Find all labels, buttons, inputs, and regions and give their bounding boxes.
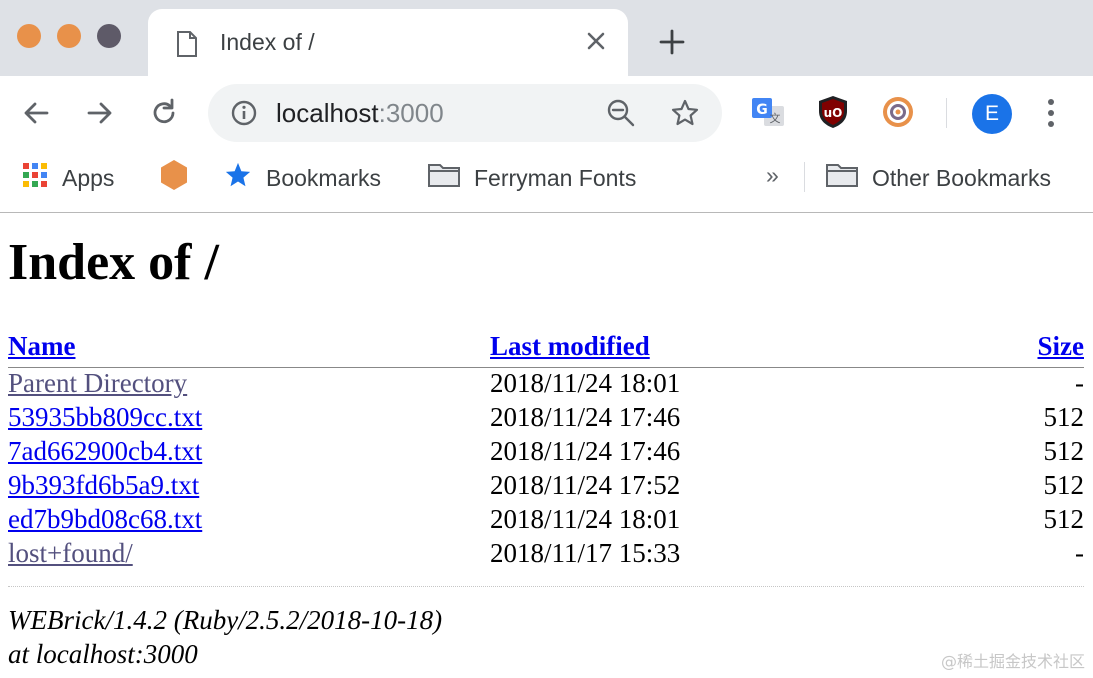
- page-content: Index of / Name Last modified Size Paren…: [0, 213, 1093, 678]
- sort-by-modified-link[interactable]: Last modified: [490, 331, 650, 361]
- close-window-button[interactable]: [17, 24, 41, 48]
- zoom-out-icon[interactable]: [606, 98, 636, 133]
- page-title: Index of /: [8, 234, 219, 291]
- apps-grid-icon: [22, 162, 48, 194]
- parent-directory-link[interactable]: Parent Directory: [8, 368, 187, 398]
- modified-cell: 2018/11/24 17:46: [490, 402, 681, 432]
- star-filled-icon: [224, 161, 252, 195]
- size-cell: 512: [1043, 504, 1085, 534]
- table-row: 53935bb809cc.txt 2018/11/24 17:46 512: [8, 402, 1084, 436]
- more-bookmarks-chevron[interactable]: »: [766, 162, 779, 189]
- info-icon[interactable]: [230, 99, 258, 132]
- table-row: 9b393fd6b5a9.txt 2018/11/24 17:52 512: [8, 470, 1084, 504]
- bookmark-ferryman-fonts[interactable]: Ferryman Fonts: [428, 150, 636, 206]
- table-header: Name Last modified Size: [8, 331, 1084, 368]
- table-row: lost+found/ 2018/11/17 15:33 -: [8, 538, 1084, 572]
- file-link[interactable]: ed7b9bd08c68.txt: [8, 504, 202, 534]
- star-icon[interactable]: [670, 98, 700, 133]
- bookmarks-bar: Apps Bookmarks Ferryman Fonts » Other Bo…: [0, 150, 1093, 213]
- size-cell: 512: [1043, 402, 1085, 432]
- hexagon-icon: [158, 159, 190, 197]
- table-row: Parent Directory 2018/11/24 18:01 -: [8, 368, 1084, 402]
- bookmark-other-label: Other Bookmarks: [872, 164, 1051, 191]
- sort-by-name-link[interactable]: Name: [8, 331, 75, 361]
- bookmark-other[interactable]: Other Bookmarks: [826, 150, 1051, 206]
- translate-icon[interactable]: G文: [750, 94, 786, 130]
- server-signature-line2: at localhost:3000: [8, 639, 198, 669]
- modified-cell: 2018/11/24 17:52: [490, 470, 681, 500]
- folder-icon: [826, 162, 858, 194]
- maximize-window-button[interactable]: [97, 24, 121, 48]
- directory-link[interactable]: lost+found/: [8, 538, 133, 568]
- watermark: @稀土掘金技术社区: [940, 652, 1085, 671]
- bookmark-apps[interactable]: Apps: [22, 150, 114, 206]
- url-host: localhost: [276, 98, 379, 128]
- footer-divider: [8, 586, 1084, 587]
- size-cell: -: [1075, 538, 1084, 568]
- size-cell: 512: [1043, 470, 1085, 500]
- bookmark-ferryman-label: Ferryman Fonts: [474, 164, 637, 191]
- profile-avatar[interactable]: E: [972, 94, 1012, 134]
- toolbar-divider: [946, 98, 947, 128]
- reload-icon[interactable]: [148, 97, 180, 129]
- bookmark-bookmarks[interactable]: Bookmarks: [224, 150, 381, 206]
- table-row: ed7b9bd08c68.txt 2018/11/24 18:01 512: [8, 504, 1084, 538]
- document-icon: [176, 31, 198, 62]
- file-link[interactable]: 7ad662900cb4.txt: [8, 436, 202, 466]
- url-text[interactable]: localhost:3000: [276, 98, 444, 129]
- tab-active[interactable]: Index of /: [148, 9, 628, 76]
- tab-title: Index of /: [220, 29, 315, 55]
- file-link[interactable]: 9b393fd6b5a9.txt: [8, 470, 199, 500]
- modified-cell: 2018/11/24 18:01: [490, 504, 681, 534]
- modified-cell: 2018/11/24 17:46: [490, 436, 681, 466]
- bookmark-hexagon[interactable]: [158, 150, 204, 206]
- minimize-window-button[interactable]: [57, 24, 81, 48]
- bookmark-bookmarks-label: Bookmarks: [266, 164, 382, 191]
- bookmarks-divider: [804, 162, 805, 192]
- back-icon[interactable]: [20, 97, 52, 129]
- directory-listing: Name Last modified Size Parent Directory…: [8, 331, 1084, 572]
- address-bar[interactable]: localhost:3000: [208, 84, 722, 142]
- folder-icon: [428, 162, 460, 194]
- svg-text:uO: uO: [824, 106, 843, 120]
- file-link[interactable]: 53935bb809cc.txt: [8, 402, 202, 432]
- size-cell: 512: [1043, 436, 1085, 466]
- svg-text:文: 文: [770, 111, 781, 125]
- url-port: :3000: [378, 98, 444, 128]
- menu-icon[interactable]: [1046, 97, 1056, 134]
- table-row: 7ad662900cb4.txt 2018/11/24 17:46 512: [8, 436, 1084, 470]
- modified-cell: 2018/11/24 18:01: [490, 368, 681, 398]
- toolbar: localhost:3000 G文 uO E: [0, 76, 1093, 150]
- forward-icon[interactable]: [84, 97, 116, 129]
- server-signature: WEBrick/1.4.2 (Ruby/2.5.2/2018-10-18) at…: [8, 603, 442, 671]
- close-tab-icon[interactable]: [582, 27, 610, 55]
- tab-strip: Index of /: [0, 0, 1093, 76]
- size-cell: -: [1075, 368, 1084, 398]
- bookmark-apps-label: Apps: [62, 164, 115, 191]
- svg-text:G: G: [756, 102, 768, 118]
- new-tab-icon[interactable]: [658, 28, 686, 56]
- modified-cell: 2018/11/17 15:33: [490, 538, 681, 568]
- sort-by-size-link[interactable]: Size: [1038, 331, 1085, 361]
- server-signature-line1: WEBrick/1.4.2 (Ruby/2.5.2/2018-10-18): [8, 605, 443, 635]
- ublock-icon[interactable]: uO: [815, 94, 851, 130]
- target-icon[interactable]: [880, 94, 916, 130]
